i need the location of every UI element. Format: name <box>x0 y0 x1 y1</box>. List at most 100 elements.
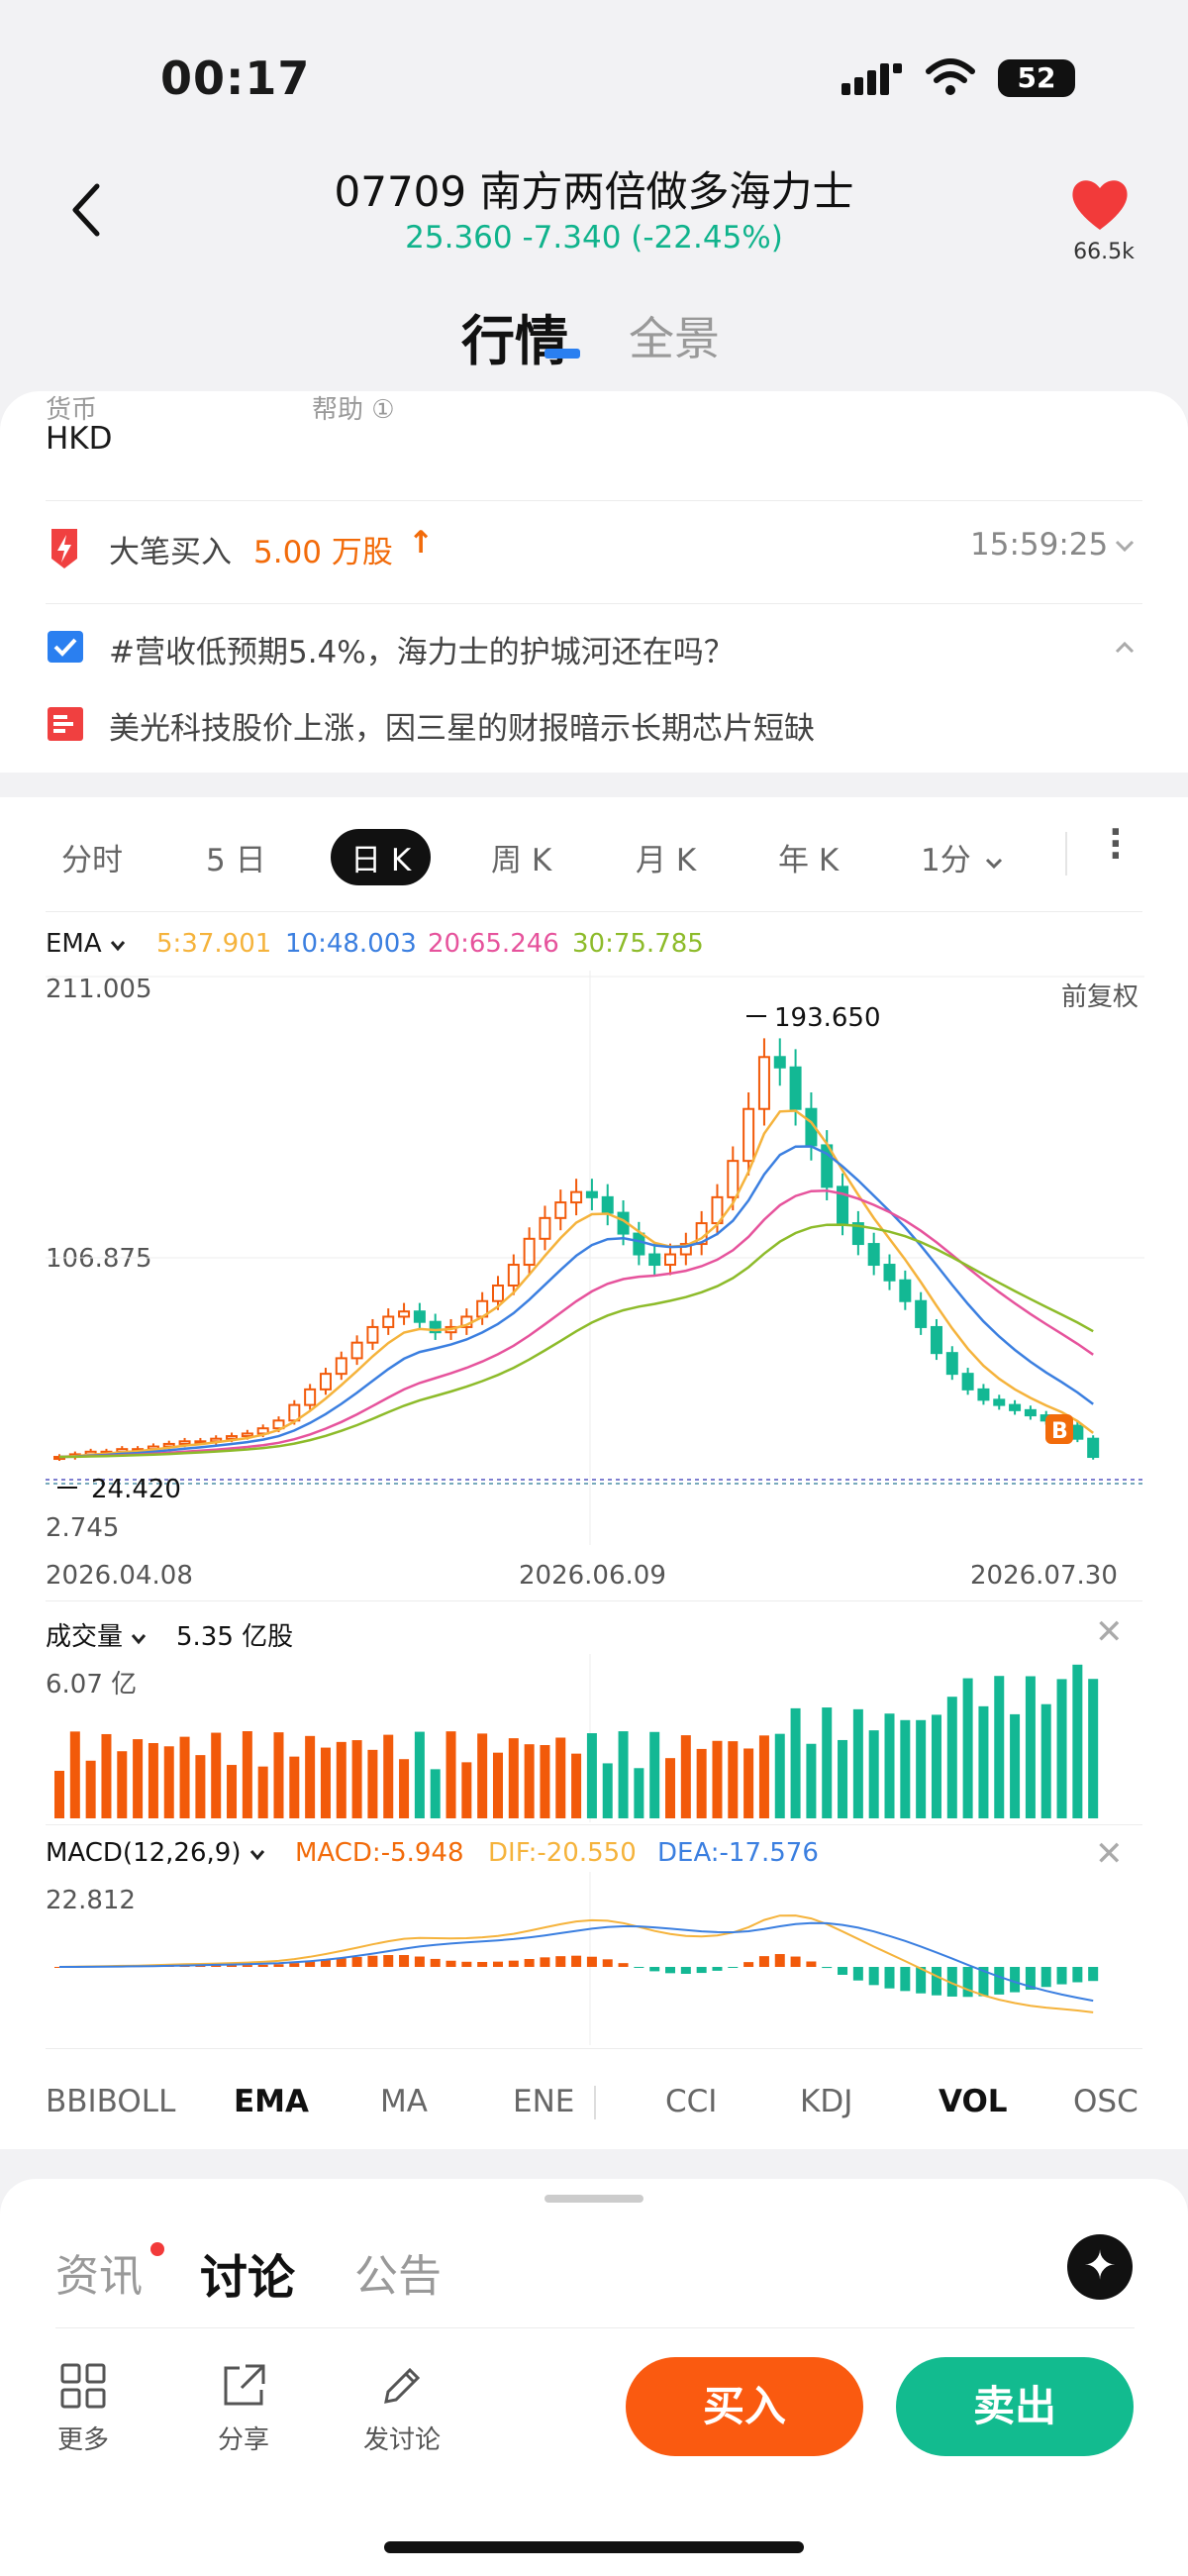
indicator-tab-ene[interactable]: ENE <box>513 2084 574 2119</box>
indicator-tab-ma[interactable]: MA <box>380 2084 428 2119</box>
indicator-tab-vol[interactable]: VOL <box>939 2084 1008 2119</box>
candle <box>491 1284 504 1302</box>
macd-bar <box>399 1955 410 1967</box>
volume-bar <box>211 1732 222 1818</box>
divider <box>46 603 1142 604</box>
favorite-count: 66.5k <box>1073 240 1135 264</box>
candle <box>789 1066 802 1110</box>
candle <box>648 1253 661 1267</box>
drag-handle[interactable] <box>544 2195 644 2203</box>
volume-bar <box>806 1743 817 1818</box>
sell-button[interactable]: 卖出 <box>896 2357 1134 2456</box>
tab-panorama[interactable]: 全景 <box>629 303 720 368</box>
volume-bar <box>634 1768 644 1818</box>
volume-bar <box>242 1731 252 1818</box>
macd-bar <box>649 1967 660 1972</box>
volume-bar <box>148 1743 158 1818</box>
chart-tab-monthly[interactable]: 月 K <box>636 835 696 879</box>
macd-bar <box>602 1959 613 1967</box>
divider <box>46 911 1142 912</box>
more-vertical-icon[interactable]: · · · <box>1109 815 1123 875</box>
chevron-up-icon[interactable] <box>1115 639 1135 655</box>
volume-bar <box>743 1748 754 1818</box>
candle <box>350 1341 363 1360</box>
candle <box>945 1352 958 1376</box>
indicator-tab-ema[interactable]: EMA <box>234 2084 309 2119</box>
volume-bar <box>1040 1703 1051 1818</box>
candle <box>178 1440 191 1445</box>
close-icon[interactable]: ✕ <box>1095 1834 1124 1874</box>
chart-tab-weekly[interactable]: 周 K <box>491 835 551 879</box>
volume-bar <box>414 1731 425 1818</box>
candle <box>664 1253 677 1267</box>
divider <box>46 1600 1142 1601</box>
candle <box>1009 1403 1022 1411</box>
ema-selector[interactable]: EMA <box>46 929 126 959</box>
volume-bar <box>85 1760 96 1818</box>
macd-bar <box>1088 1967 1099 1982</box>
macd-bar <box>838 1967 848 1975</box>
tab-news[interactable]: 资讯 <box>55 2240 143 2304</box>
block-trade-row[interactable]: 大笔买入 5.00 万股 ↑ 15:59:25 <box>46 525 1142 584</box>
volume-bar <box>868 1730 879 1818</box>
tab-discussion[interactable]: 讨论 <box>200 2238 295 2308</box>
candle <box>727 1160 740 1198</box>
pencil-icon <box>384 2367 421 2404</box>
chart-tab-1min[interactable]: 1分 <box>921 835 1003 879</box>
macd-bar <box>822 1967 833 1969</box>
candle <box>977 1388 990 1401</box>
share-button[interactable]: 分享 <box>194 2362 293 2456</box>
ema10-value: 10:48.003 <box>285 929 417 959</box>
macd-bar <box>383 1955 394 1967</box>
macd-bar <box>712 1967 723 1971</box>
candle <box>366 1325 379 1344</box>
lightning-icon <box>51 529 77 568</box>
macd-bar <box>618 1963 629 1967</box>
volume-bar <box>696 1748 707 1818</box>
indicator-tab-cci[interactable]: CCI <box>665 2084 717 2119</box>
macd-bar <box>962 1967 973 1998</box>
post-discussion-button[interactable]: 发讨论 <box>352 2362 451 2456</box>
volume-bar <box>728 1741 739 1818</box>
volume-bar <box>680 1735 691 1818</box>
indicator-tab-kdj[interactable]: KDJ <box>800 2084 852 2119</box>
indicator-tab-bbiboll[interactable]: BBIBOLL <box>46 2084 175 2119</box>
chart-tab-intraday[interactable]: 分时 <box>61 835 123 879</box>
info-card: 货币 帮助 ① HKD 大笔买入 5.00 万股 ↑ 15:59:25 #营收低… <box>0 391 1188 773</box>
tab-market[interactable]: 行情 <box>461 297 568 375</box>
news-item[interactable]: #营收低预期5.4%，海力士的护城河还在吗？ <box>46 627 1142 676</box>
candle <box>757 1056 770 1110</box>
more-button[interactable]: 更多 <box>34 2362 133 2456</box>
macd-selector[interactable]: MACD(12,26,9) <box>46 1838 265 1868</box>
candle <box>585 1190 598 1198</box>
candle <box>241 1432 253 1438</box>
divider <box>46 500 1142 501</box>
volume-bar <box>962 1678 973 1818</box>
volume-bar <box>69 1731 80 1818</box>
chart-tab-yearly[interactable]: 年 K <box>778 835 839 879</box>
macd-bar <box>774 1954 785 1967</box>
candlestick-chart[interactable]: 193.650 24.420 B <box>46 971 1144 1545</box>
chart-tab-5day[interactable]: 5 日 <box>206 835 266 879</box>
volume-bar <box>54 1771 64 1818</box>
heart-icon[interactable] <box>1069 174 1131 234</box>
help-label[interactable]: 帮助 ① <box>312 389 395 426</box>
buy-button[interactable]: 买入 <box>626 2357 863 2456</box>
ema20-line <box>58 1189 1094 1459</box>
volume-bar <box>586 1733 597 1818</box>
macd-bar <box>257 1964 268 1967</box>
close-icon[interactable]: ✕ <box>1095 1612 1124 1652</box>
sparkle-icon[interactable]: ✦ <box>1067 2234 1133 2300</box>
volume-bar <box>649 1731 660 1818</box>
macd-bar <box>273 1964 284 1967</box>
chart-tab-daily[interactable]: 日 K <box>331 829 432 885</box>
candle <box>633 1232 645 1256</box>
tab-announcement[interactable]: 公告 <box>354 2240 442 2304</box>
macd-bar <box>900 1967 911 1992</box>
volume-selector[interactable]: 成交量 <box>46 1616 147 1653</box>
news-item[interactable]: 美光科技股价上涨，因三星的财报暗示长期芯片短缺 <box>46 703 1142 753</box>
candle <box>398 1310 411 1318</box>
macd-bar <box>414 1956 425 1967</box>
indicator-tab-osc[interactable]: OSC <box>1073 2084 1138 2119</box>
grid-icon <box>60 2363 106 2409</box>
